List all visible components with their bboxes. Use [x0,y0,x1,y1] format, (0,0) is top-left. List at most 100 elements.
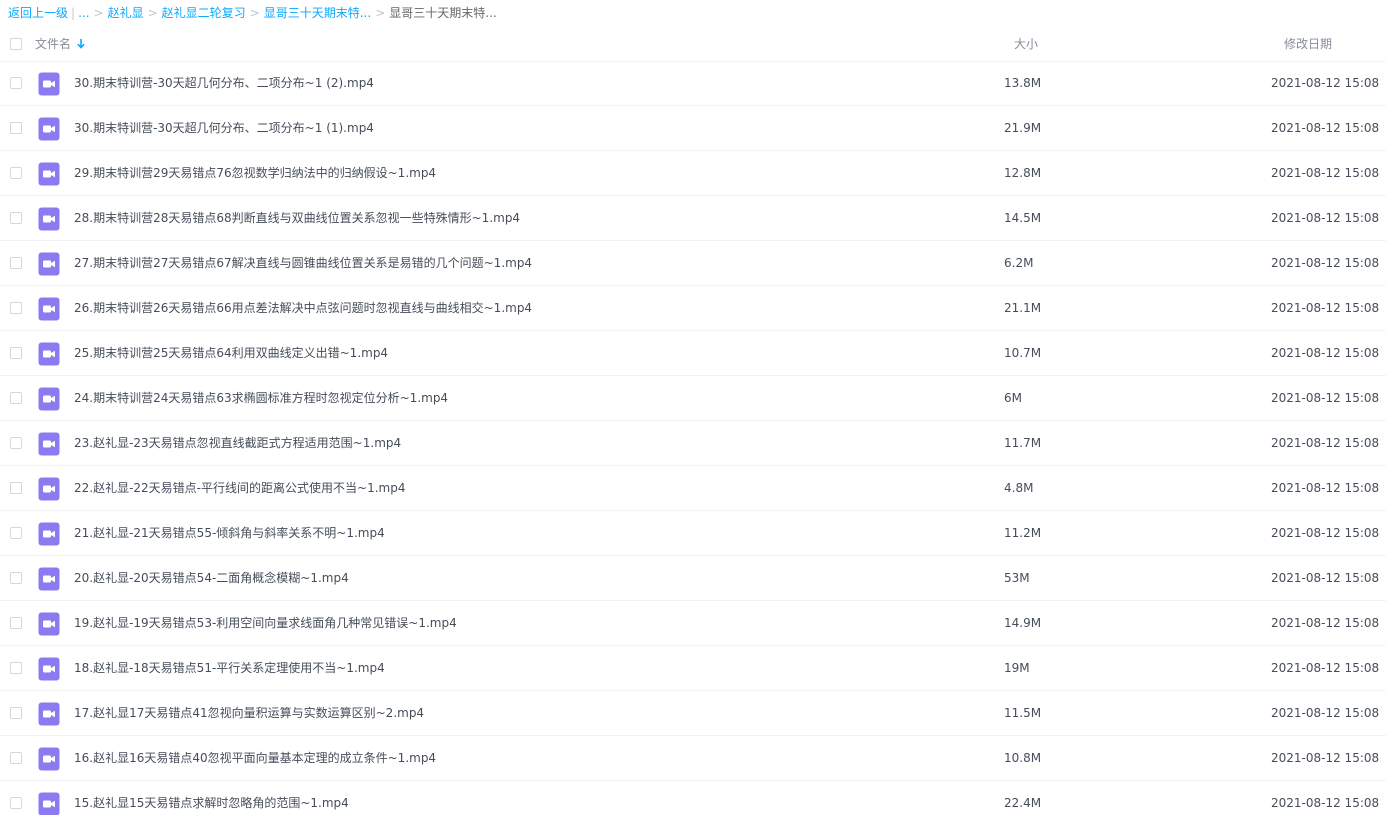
file-size: 14.5M [1004,211,1042,225]
file-modified-date: 2021-08-12 15:08 [1271,121,1380,135]
row-checkbox[interactable] [10,617,22,629]
column-header-name-label: 文件名 [35,37,72,51]
file-row[interactable]: 30.期末特训营-30天超几何分布、二项分布~1 (1).mp4 21.9M 202… [0,106,1386,151]
file-name[interactable]: 20.赵礼显-20天易错点54-二面角概念模糊~1.mp4 [74,570,349,586]
file-row[interactable]: 20.赵礼显-20天易错点54-二面角概念模糊~1.mp4 53M 2021-08-… [0,556,1386,601]
video-file-icon[interactable] [38,477,60,501]
breadcrumb-back-link[interactable]: 返回上一级 [8,4,68,22]
file-row[interactable]: 27.期末特训营27天易错点67解决直线与圆锥曲线位置关系是易错的几个问题~1.… [0,241,1386,286]
file-name[interactable]: 26.期末特训营26天易错点66用点差法解决中点弦问题时忽视直线与曲线相交~1.… [74,300,532,316]
file-row[interactable]: 21.赵礼显-21天易错点55-倾斜角与斜率关系不明~1.mp4 11.2M 202… [0,511,1386,556]
file-modified-date: 2021-08-12 15:08 [1271,526,1380,540]
file-size: 12.8M [1004,166,1042,180]
video-file-icon[interactable] [38,792,60,815]
file-row[interactable]: 28.期末特训营28天易错点68判断直线与双曲线位置关系忽视一些特殊情形~1.m… [0,196,1386,241]
video-file-icon[interactable] [38,387,60,411]
file-size: 14.9M [1004,616,1042,630]
breadcrumb-item[interactable]: 赵礼显 [108,4,144,22]
file-modified-date: 2021-08-12 15:08 [1271,481,1380,495]
row-checkbox[interactable] [10,707,22,719]
file-name[interactable]: 30.期末特训营-30天超几何分布、二项分布~1 (2).mp4 [74,75,374,91]
breadcrumb-separator: > [147,6,158,20]
file-name[interactable]: 28.期末特训营28天易错点68判断直线与双曲线位置关系忽视一些特殊情形~1.m… [74,210,520,226]
file-row[interactable]: 23.赵礼显-23天易错点忽视直线截距式方程适用范围~1.mp4 11.7M 202… [0,421,1386,466]
column-header-size[interactable]: 大小 [1014,35,1038,52]
file-browser: 返回上一级 | ... > 赵礼显 > 赵礼显二轮复习 > 显哥三十天期末特..… [0,0,1386,815]
file-row[interactable]: 18.赵礼显-18天易错点51-平行关系定理使用不当~1.mp4 19M 2021-… [0,646,1386,691]
video-file-icon[interactable] [38,432,60,456]
video-file-icon[interactable] [38,162,60,186]
video-file-icon[interactable] [38,297,60,321]
column-header-date[interactable]: 修改日期 [1284,35,1332,52]
file-size: 19M [1004,661,1030,675]
row-checkbox[interactable] [10,437,22,449]
file-row[interactable]: 19.赵礼显-19天易错点53-利用空间向量求线面角几种常见错误~1.mp4 14… [0,601,1386,646]
file-row[interactable]: 30.期末特训营-30天超几何分布、二项分布~1 (2).mp4 13.8M 202… [0,61,1386,106]
file-name[interactable]: 29.期末特训营29天易错点76忽视数学归纳法中的归纳假设~1.mp4 [74,165,436,181]
file-size: 13.8M [1004,76,1042,90]
breadcrumb-ellipsis[interactable]: ... [78,4,89,22]
file-modified-date: 2021-08-12 15:08 [1271,211,1380,225]
video-file-icon[interactable] [38,567,60,591]
file-row[interactable]: 16.赵礼显16天易错点40忽视平面向量基本定理的成立条件~1.mp4 10.8M… [0,736,1386,781]
video-file-icon[interactable] [38,72,60,96]
video-file-icon[interactable] [38,612,60,636]
video-file-icon[interactable] [38,207,60,231]
video-file-icon[interactable] [38,657,60,681]
video-file-icon[interactable] [38,522,60,546]
file-name[interactable]: 19.赵礼显-19天易错点53-利用空间向量求线面角几种常见错误~1.mp4 [74,615,457,631]
file-name[interactable]: 27.期末特训营27天易错点67解决直线与圆锥曲线位置关系是易错的几个问题~1.… [74,255,532,271]
file-modified-date: 2021-08-12 15:08 [1271,166,1380,180]
file-name[interactable]: 23.赵礼显-23天易错点忽视直线截距式方程适用范围~1.mp4 [74,435,401,451]
select-all-checkbox[interactable] [10,38,22,50]
file-modified-date: 2021-08-12 15:08 [1271,346,1380,360]
row-checkbox[interactable] [10,572,22,584]
file-modified-date: 2021-08-12 15:08 [1271,751,1380,765]
video-file-icon[interactable] [38,747,60,771]
file-name[interactable]: 21.赵礼显-21天易错点55-倾斜角与斜率关系不明~1.mp4 [74,525,385,541]
column-header-name[interactable]: 文件名 [35,35,86,52]
row-checkbox[interactable] [10,122,22,134]
file-row[interactable]: 15.赵礼显15天易错点求解时忽略角的范围~1.mp4 22.4M 2021-08-… [0,781,1386,815]
sort-down-arrow-icon[interactable] [76,38,86,50]
file-size: 22.4M [1004,796,1042,810]
video-file-icon[interactable] [38,702,60,726]
breadcrumb-item[interactable]: 赵礼显二轮复习 [162,4,246,22]
file-row[interactable]: 17.赵礼显17天易错点41忽视向量积运算与实数运算区别~2.mp4 11.5M 2… [0,691,1386,736]
video-file-icon[interactable] [38,252,60,276]
row-checkbox[interactable] [10,392,22,404]
file-name[interactable]: 30.期末特训营-30天超几何分布、二项分布~1 (1).mp4 [74,120,374,136]
row-checkbox[interactable] [10,302,22,314]
row-checkbox[interactable] [10,77,22,89]
file-size: 10.8M [1004,751,1042,765]
breadcrumb-separator: > [93,6,104,20]
file-name[interactable]: 16.赵礼显16天易错点40忽视平面向量基本定理的成立条件~1.mp4 [74,750,436,766]
file-row[interactable]: 24.期末特训营24天易错点63求椭圆标准方程时忽视定位分析~1.mp4 6M 20… [0,376,1386,421]
row-checkbox[interactable] [10,482,22,494]
row-checkbox[interactable] [10,797,22,809]
file-row[interactable]: 26.期末特训营26天易错点66用点差法解决中点弦问题时忽视直线与曲线相交~1.… [0,286,1386,331]
row-checkbox[interactable] [10,347,22,359]
row-checkbox[interactable] [10,212,22,224]
file-name[interactable]: 22.赵礼显-22天易错点-平行线间的距离公式使用不当~1.mp4 [74,480,405,496]
file-name[interactable]: 15.赵礼显15天易错点求解时忽略角的范围~1.mp4 [74,795,349,811]
row-checkbox[interactable] [10,257,22,269]
file-row[interactable]: 22.赵礼显-22天易错点-平行线间的距离公式使用不当~1.mp4 4.8M 202… [0,466,1386,511]
file-name[interactable]: 24.期末特训营24天易错点63求椭圆标准方程时忽视定位分析~1.mp4 [74,390,448,406]
file-name[interactable]: 17.赵礼显17天易错点41忽视向量积运算与实数运算区别~2.mp4 [74,705,424,721]
breadcrumb-item[interactable]: 显哥三十天期末特... [264,4,371,22]
breadcrumb: 返回上一级 | ... > 赵礼显 > 赵礼显二轮复习 > 显哥三十天期末特..… [8,4,497,22]
row-checkbox[interactable] [10,662,22,674]
file-modified-date: 2021-08-12 15:08 [1271,616,1380,630]
row-checkbox[interactable] [10,527,22,539]
row-checkbox[interactable] [10,167,22,179]
file-size: 10.7M [1004,346,1042,360]
file-name[interactable]: 18.赵礼显-18天易错点51-平行关系定理使用不当~1.mp4 [74,660,385,676]
file-list-header: 文件名 大小 修改日期 [0,24,1386,62]
video-file-icon[interactable] [38,117,60,141]
file-row[interactable]: 25.期末特训营25天易错点64利用双曲线定义出错~1.mp4 10.7M 2021… [0,331,1386,376]
row-checkbox[interactable] [10,752,22,764]
file-name[interactable]: 25.期末特训营25天易错点64利用双曲线定义出错~1.mp4 [74,345,388,361]
video-file-icon[interactable] [38,342,60,366]
file-row[interactable]: 29.期末特训营29天易错点76忽视数学归纳法中的归纳假设~1.mp4 12.8M… [0,151,1386,196]
